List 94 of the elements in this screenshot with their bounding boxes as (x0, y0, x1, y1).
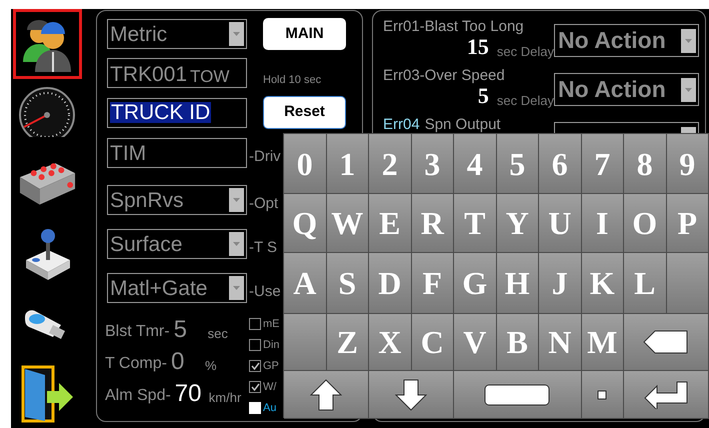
driver-label: -Driv (249, 146, 281, 166)
reading-value: 70 (174, 382, 202, 406)
keyboard-key[interactable]: X (369, 314, 412, 371)
down-key[interactable] (369, 371, 454, 419)
keyboard-key[interactable]: Z (326, 314, 369, 371)
dropdown-select[interactable]: Metric (107, 19, 247, 49)
keyboard-key[interactable]: Q (284, 194, 326, 253)
backspace-icon (643, 330, 689, 354)
delay-value: 5 (478, 85, 489, 107)
checkbox[interactable] (249, 381, 261, 393)
space-key[interactable] (454, 371, 582, 419)
reading-unit: km/hr (208, 391, 242, 404)
delay-unit: sec Delay (496, 45, 554, 58)
checkbox[interactable] (249, 318, 261, 330)
sidebar-item[interactable] (12, 9, 82, 79)
reading-label: Blst Tmr- (105, 324, 170, 340)
keyboard-key[interactable]: 9 (666, 134, 709, 194)
keyboard-key[interactable]: J (539, 253, 582, 314)
keyboard-key[interactable]: 0 (284, 134, 326, 194)
keyboard-key[interactable]: M (582, 314, 624, 371)
checkbox-label: Din (263, 340, 280, 350)
keyboard-key[interactable]: V (454, 314, 496, 371)
keyboard-key[interactable]: 7 (582, 134, 624, 194)
dropdown-select[interactable]: Matl+Gate (107, 273, 247, 303)
main-button[interactable]: MAIN (263, 18, 346, 50)
keyboard-key[interactable]: 4 (454, 134, 496, 194)
checkbox-label: Au (263, 402, 276, 414)
keyboard-key[interactable]: S (326, 253, 369, 314)
keyboard-key[interactable]: 5 (496, 134, 539, 194)
keyboard-key[interactable]: 8 (624, 134, 666, 194)
reset-button[interactable]: Reset (263, 96, 346, 129)
keyboard-key[interactable]: A (284, 253, 326, 314)
reading-value: 0 (170, 350, 186, 374)
keyboard-key[interactable]: U (539, 194, 582, 253)
keyboard-key[interactable]: L (624, 253, 666, 314)
keyboard-key[interactable]: Y (496, 194, 539, 253)
keyboard-key[interactable]: 1 (326, 134, 369, 194)
select-label: -Opt (249, 194, 278, 214)
driver-field[interactable]: TIM (107, 138, 247, 168)
enter-key[interactable] (624, 371, 709, 419)
error-code: Err04 (383, 116, 420, 134)
check-icon (250, 383, 260, 391)
keyboard-key[interactable]: E (369, 194, 412, 253)
select-label: -Use (249, 282, 281, 302)
keyboard-key[interactable]: C (412, 314, 454, 371)
action-select[interactable]: No Action (554, 73, 699, 106)
speedometer-icon (16, 87, 78, 137)
keyboard-key[interactable]: P (666, 194, 709, 253)
enter-icon (644, 380, 688, 408)
shift-key[interactable] (284, 371, 369, 419)
keyboard-key[interactable]: F (412, 253, 454, 314)
keyboard-key[interactable]: I (582, 194, 624, 253)
error-label: Err03-Over Speed (383, 67, 506, 85)
hold-hint: Hold 10 sec (263, 72, 322, 88)
reading-label: Alm Spd- (105, 388, 171, 404)
check-icon (250, 362, 260, 370)
select-label: -T S (249, 238, 278, 258)
keyboard-key[interactable]: R (412, 194, 454, 253)
keyboard-key[interactable]: K (582, 253, 624, 314)
checkbox-label: GP (263, 360, 279, 372)
error-label: Err01-Blast Too Long (383, 18, 525, 36)
delay-unit: sec Delay (496, 94, 554, 107)
truck-number-field[interactable]: TRK001 TOW (107, 58, 247, 88)
checkbox[interactable] (249, 360, 261, 372)
keyboard-key[interactable]: W (326, 194, 369, 253)
checkbox-label: mE (263, 318, 280, 330)
action-select[interactable]: No Action (554, 24, 699, 57)
exit-door-icon (19, 364, 75, 422)
keyboard-key[interactable]: G (454, 253, 496, 314)
reading-label: T Comp- (105, 356, 167, 372)
keyboard-key[interactable]: O (624, 194, 666, 253)
keyboard-key[interactable]: 2 (369, 134, 412, 194)
arrow-up-icon (310, 378, 342, 410)
period-key[interactable] (582, 371, 624, 419)
dropdown-select[interactable]: Surface (107, 229, 247, 259)
delay-value: 15 (466, 36, 489, 58)
keyboard-key[interactable]: D (369, 253, 412, 314)
checkbox-label: W/ (263, 382, 276, 392)
checkbox[interactable] (249, 339, 261, 351)
arrow-down-icon (395, 378, 427, 410)
reading-unit: sec (208, 327, 228, 340)
keyboard-key[interactable]: 6 (539, 134, 582, 194)
backspace-key[interactable] (624, 314, 709, 371)
space-bar-icon (484, 384, 550, 406)
reading-value: 5 (174, 318, 188, 342)
dropdown-select[interactable]: SpnRvs (107, 185, 247, 215)
keyboard-key[interactable]: 3 (412, 134, 454, 194)
reading-unit: % (204, 359, 216, 372)
truck-id-field[interactable]: TRUCK ID (107, 98, 247, 128)
keyboard-key[interactable]: H (496, 253, 539, 314)
keyboard-key[interactable]: T (454, 194, 496, 253)
error-label: Spn Output (424, 116, 501, 134)
keyboard-key[interactable]: B (496, 314, 539, 371)
keyboard-key[interactable]: N (539, 314, 582, 371)
